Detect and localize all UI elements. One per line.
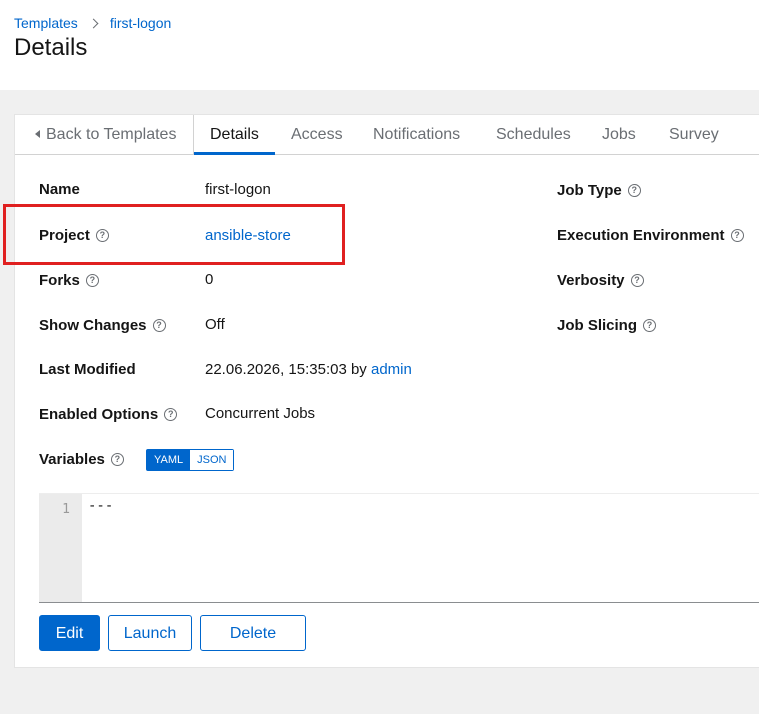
launch-button[interactable]: Launch xyxy=(108,615,192,651)
show-changes-value: Off xyxy=(205,316,225,333)
json-toggle-button[interactable]: JSON xyxy=(190,450,234,470)
breadcrumb: Templates first-logon xyxy=(14,15,171,31)
tab-back-label: Back to Templates xyxy=(46,126,177,143)
forks-label: Forks ? xyxy=(39,272,99,289)
enabled-options-label-text: Enabled Options xyxy=(39,406,159,423)
page-title: Details xyxy=(14,34,88,61)
help-icon[interactable]: ? xyxy=(630,274,644,287)
name-value: first-logon xyxy=(205,181,271,198)
verbosity-label-text: Verbosity xyxy=(557,272,625,289)
tab-jobs[interactable]: Jobs xyxy=(602,115,636,154)
tab-notifications[interactable]: Notifications xyxy=(373,115,460,154)
line-number: 1 xyxy=(62,502,70,517)
last-modified-timestamp: 22.06.2026, 15:35:03 by xyxy=(205,361,367,378)
editor-gutter: 1 xyxy=(39,494,82,602)
forks-label-text: Forks xyxy=(39,272,80,289)
help-icon[interactable]: ? xyxy=(627,184,641,197)
edit-button[interactable]: Edit xyxy=(39,615,100,651)
tab-access[interactable]: Access xyxy=(291,115,343,154)
execution-environment-label-text: Execution Environment xyxy=(557,227,725,244)
breadcrumb-current-link[interactable]: first-logon xyxy=(110,15,171,31)
breadcrumb-templates-link[interactable]: Templates xyxy=(14,15,78,31)
enabled-options-value: Concurrent Jobs xyxy=(205,405,316,422)
show-changes-label: Show Changes ? xyxy=(39,317,166,334)
chevron-right-icon xyxy=(88,18,99,28)
job-slicing-label-text: Job Slicing xyxy=(557,317,638,334)
show-changes-label-text: Show Changes xyxy=(39,317,147,334)
last-modified-label-text: Last Modified xyxy=(39,361,136,378)
help-icon[interactable]: ? xyxy=(643,319,657,332)
help-icon[interactable]: ? xyxy=(164,408,178,421)
job-slicing-label: Job Slicing ? xyxy=(557,317,657,334)
enabled-options-label: Enabled Options ? xyxy=(39,406,178,423)
verbosity-label: Verbosity ? xyxy=(557,272,644,289)
page-header: Templates first-logon Details xyxy=(0,0,759,90)
details-card: Back to Templates Details Access Notific… xyxy=(14,114,759,668)
help-icon[interactable]: ? xyxy=(95,229,109,242)
project-label: Project ? xyxy=(39,227,109,244)
name-label-text: Name xyxy=(39,181,80,198)
tab-bar: Back to Templates Details Access Notific… xyxy=(15,115,759,155)
execution-environment-label: Execution Environment ? xyxy=(557,227,744,244)
last-modified-value: 22.06.2026, 15:35:03 by admin xyxy=(205,361,412,378)
tab-details[interactable]: Details xyxy=(194,115,275,155)
variables-label-text: Variables xyxy=(39,451,105,468)
help-icon[interactable]: ? xyxy=(110,453,124,466)
yaml-toggle-button[interactable]: YAML xyxy=(147,450,191,470)
name-label: Name xyxy=(39,181,80,198)
help-icon[interactable]: ? xyxy=(730,229,744,242)
tab-back-to-templates[interactable]: Back to Templates xyxy=(35,115,176,154)
project-link[interactable]: ansible-store xyxy=(205,227,291,244)
job-type-label: Job Type ? xyxy=(557,182,641,199)
tab-schedules[interactable]: Schedules xyxy=(496,115,571,154)
help-icon[interactable]: ? xyxy=(85,274,99,287)
caret-left-icon xyxy=(35,130,40,138)
delete-button[interactable]: Delete xyxy=(200,615,306,651)
project-label-text: Project xyxy=(39,227,90,244)
tab-survey[interactable]: Survey xyxy=(669,115,719,154)
variables-code-editor[interactable]: 1 --- xyxy=(39,493,759,603)
last-modified-label: Last Modified xyxy=(39,361,136,378)
tab-divider xyxy=(193,115,194,154)
editor-content[interactable]: --- xyxy=(88,498,113,514)
modified-by-user-link[interactable]: admin xyxy=(371,361,412,378)
help-icon[interactable]: ? xyxy=(152,319,166,332)
job-type-label-text: Job Type xyxy=(557,182,622,199)
forks-value: 0 xyxy=(205,271,214,288)
variables-format-toggle: YAML JSON xyxy=(146,449,235,471)
variables-label: Variables ? xyxy=(39,451,124,468)
